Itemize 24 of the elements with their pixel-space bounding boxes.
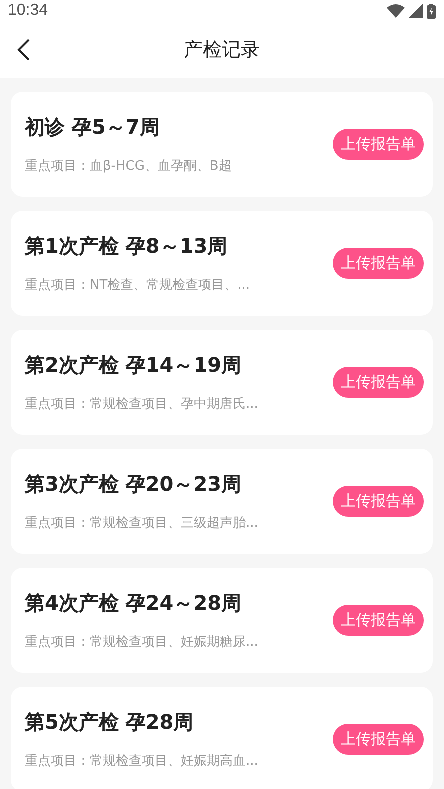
back-icon[interactable] xyxy=(17,39,31,61)
record-card[interactable]: 第2次产检 孕14～19周 重点项目：常规检查项目、孕中期唐氏... 上传报告单 xyxy=(11,330,433,435)
signal-icon xyxy=(409,4,423,18)
record-items: 重点项目：常规检查项目、三级超声胎... xyxy=(25,515,258,532)
record-title: 第4次产检 孕24～28周 xyxy=(25,590,243,617)
page-title: 产检记录 xyxy=(184,38,260,63)
wifi-icon xyxy=(387,4,405,18)
record-items: 重点项目：常规检查项目、孕中期唐氏... xyxy=(25,396,258,413)
record-card[interactable]: 第5次产检 孕28周 重点项目：常规检查项目、妊娠期高血... 上传报告单 xyxy=(11,687,433,789)
record-items: 重点项目：血β-HCG、血孕酮、B超 xyxy=(25,158,232,175)
status-time: 10:34 xyxy=(8,2,48,20)
record-items: 重点项目：NT检查、常规检查项目、... xyxy=(25,277,250,294)
record-items: 重点项目：常规检查项目、妊娠期糖尿... xyxy=(25,634,258,651)
record-card[interactable]: 第4次产检 孕24～28周 重点项目：常规检查项目、妊娠期糖尿... 上传报告单 xyxy=(11,568,433,673)
record-title: 第3次产检 孕20～23周 xyxy=(25,471,243,498)
battery-icon xyxy=(427,4,436,18)
record-title: 第5次产检 孕28周 xyxy=(25,709,195,736)
record-card[interactable]: 第1次产检 孕8～13周 重点项目：NT检查、常规检查项目、... 上传报告单 xyxy=(11,211,433,316)
record-title: 第2次产检 孕14～19周 xyxy=(25,352,243,379)
record-items: 重点项目：常规检查项目、妊娠期高血... xyxy=(25,753,258,770)
record-title: 第1次产检 孕8～13周 xyxy=(25,233,229,260)
record-card[interactable]: 初诊 孕5～7周 重点项目：血β-HCG、血孕酮、B超 上传报告单 xyxy=(11,92,433,197)
record-title: 初诊 孕5～7周 xyxy=(25,114,161,141)
record-card[interactable]: 第3次产检 孕20～23周 重点项目：常规检查项目、三级超声胎... 上传报告单 xyxy=(11,449,433,554)
